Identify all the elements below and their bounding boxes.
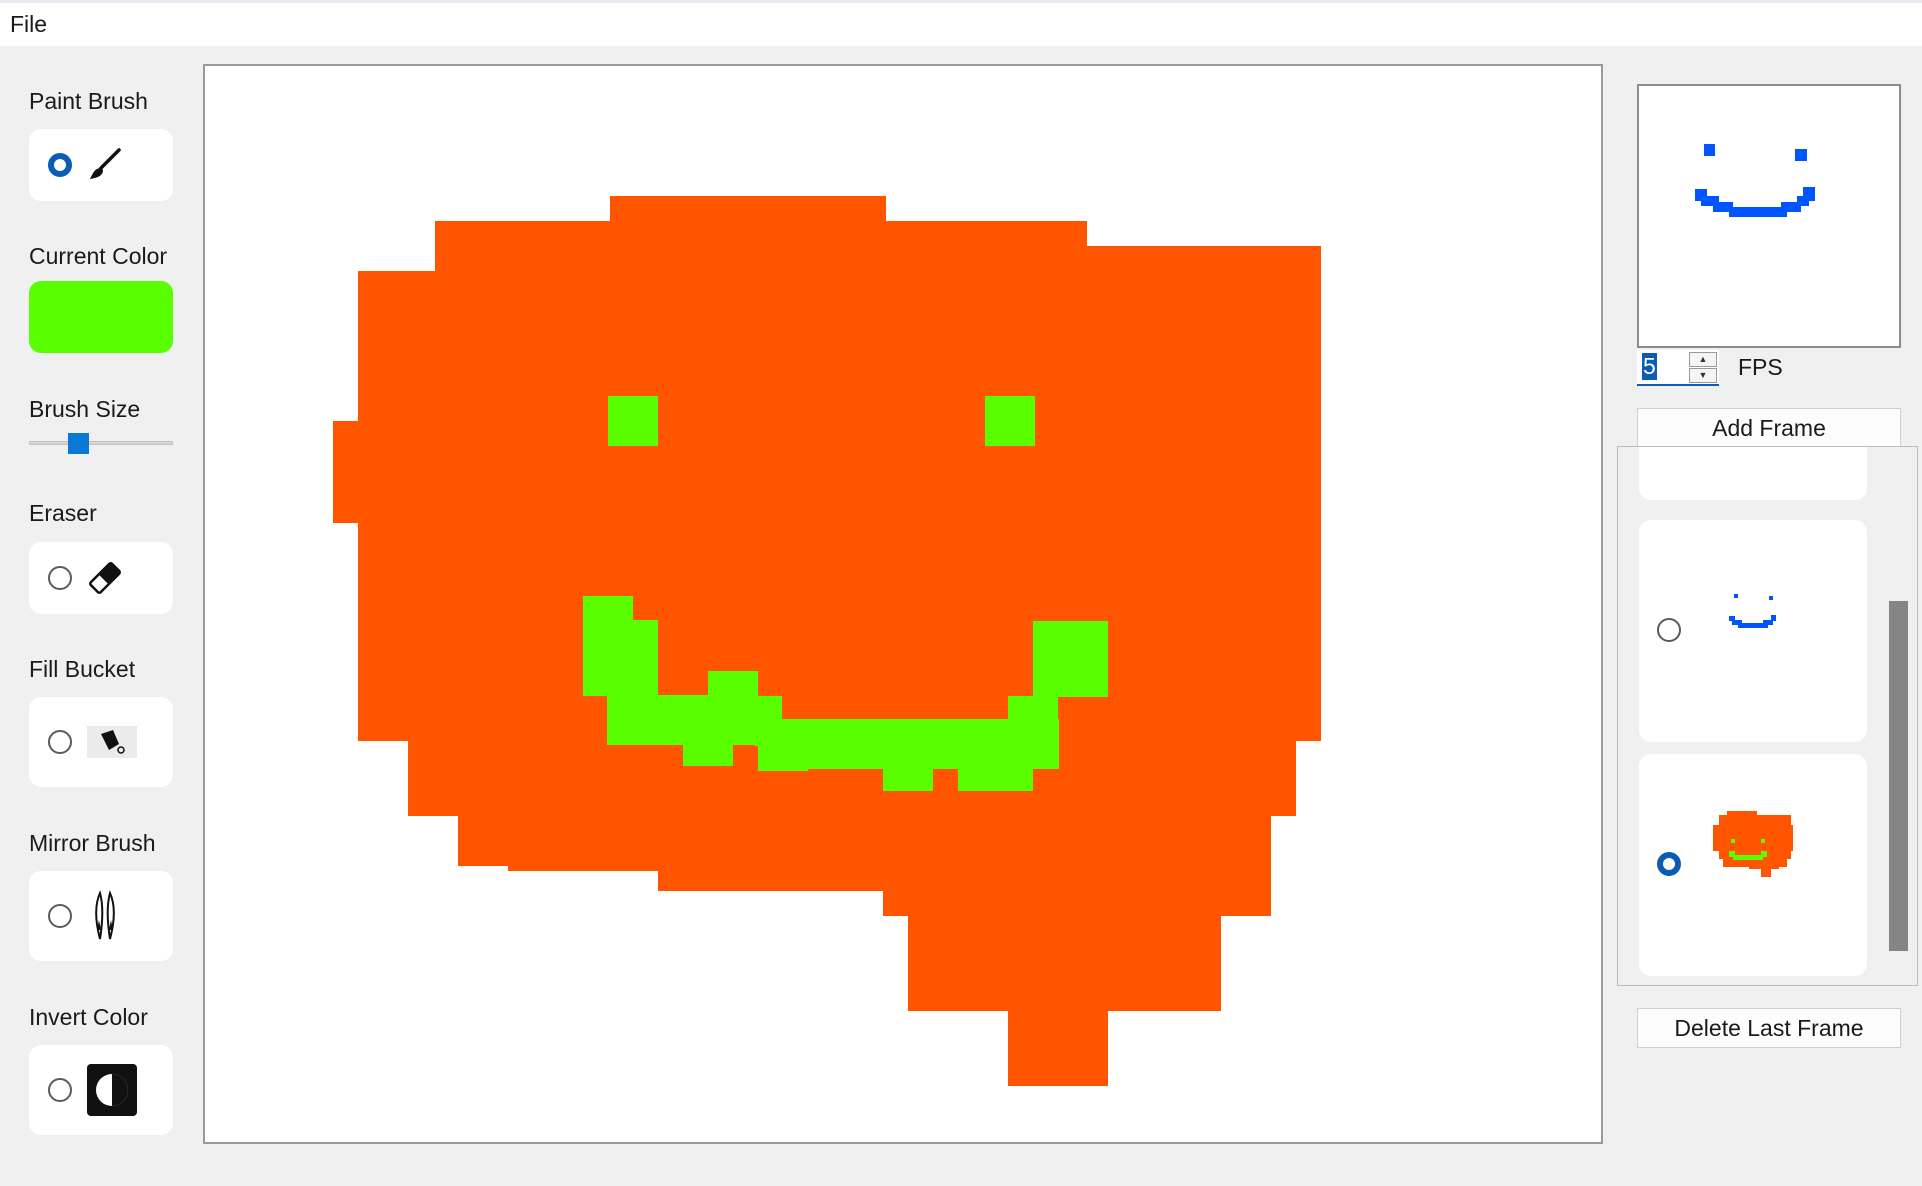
fps-increment-button[interactable]: ▲ <box>1689 352 1717 367</box>
eraser-option[interactable] <box>29 542 173 614</box>
eraser-radio[interactable] <box>48 566 72 590</box>
pixel-art-canvas[interactable] <box>205 66 1601 1142</box>
brush-size-slider-thumb[interactable] <box>68 433 89 454</box>
frame-card[interactable] <box>1639 520 1867 742</box>
fill-bucket-option[interactable] <box>29 697 173 787</box>
paintbrush-icon <box>90 148 121 179</box>
fps-value[interactable]: 5 <box>1642 353 1657 380</box>
invert-color-radio[interactable] <box>48 1078 72 1102</box>
fps-decrement-button[interactable]: ▼ <box>1689 368 1717 383</box>
frame-list <box>1617 446 1918 986</box>
add-frame-button[interactable]: Add Frame <box>1637 408 1901 448</box>
mirror-brush-icon <box>95 890 115 940</box>
paint-brush-label: Paint Brush <box>29 88 148 114</box>
frame-thumbnail <box>1713 811 1793 877</box>
eraser-icon <box>89 562 121 594</box>
paint-brush-option[interactable] <box>29 129 173 201</box>
frame-thumbnail <box>1729 594 1776 628</box>
fill-bucket-label: Fill Bucket <box>29 656 136 682</box>
menu-bar: File <box>0 0 1922 46</box>
mirror-brush-option[interactable] <box>29 871 173 961</box>
file-menu[interactable]: File <box>10 11 47 38</box>
frame-list-scrollbar[interactable] <box>1889 601 1908 951</box>
brush-size-slider-track[interactable] <box>29 441 173 445</box>
invert-color-icon <box>87 1064 137 1116</box>
fps-spinbox[interactable]: 5 ▲ ▼ <box>1637 350 1719 386</box>
invert-color-option[interactable] <box>29 1045 173 1135</box>
mirror-brush-label: Mirror Brush <box>29 830 156 856</box>
frame-card-partial[interactable] <box>1639 447 1867 500</box>
delete-last-frame-button[interactable]: Delete Last Frame <box>1637 1008 1901 1048</box>
mirror-brush-radio[interactable] <box>48 904 72 928</box>
orange-face-pixels <box>333 196 1321 1086</box>
preview-blue-smile <box>1695 144 1815 217</box>
animation-preview <box>1637 84 1901 348</box>
brush-size-label: Brush Size <box>29 396 141 422</box>
fps-label: FPS <box>1738 354 1783 380</box>
current-color-swatch[interactable] <box>29 281 173 353</box>
eraser-label: Eraser <box>29 500 97 526</box>
fill-bucket-radio[interactable] <box>48 730 72 754</box>
frame-select-radio[interactable] <box>1657 852 1681 876</box>
paint-bucket-icon <box>87 726 137 758</box>
current-color-label: Current Color <box>29 243 168 269</box>
frame-card[interactable] <box>1639 754 1867 976</box>
invert-color-label: Invert Color <box>29 1004 148 1030</box>
drawing-canvas[interactable] <box>203 64 1603 1144</box>
paint-brush-radio[interactable] <box>48 153 72 177</box>
frame-select-radio[interactable] <box>1657 618 1681 642</box>
